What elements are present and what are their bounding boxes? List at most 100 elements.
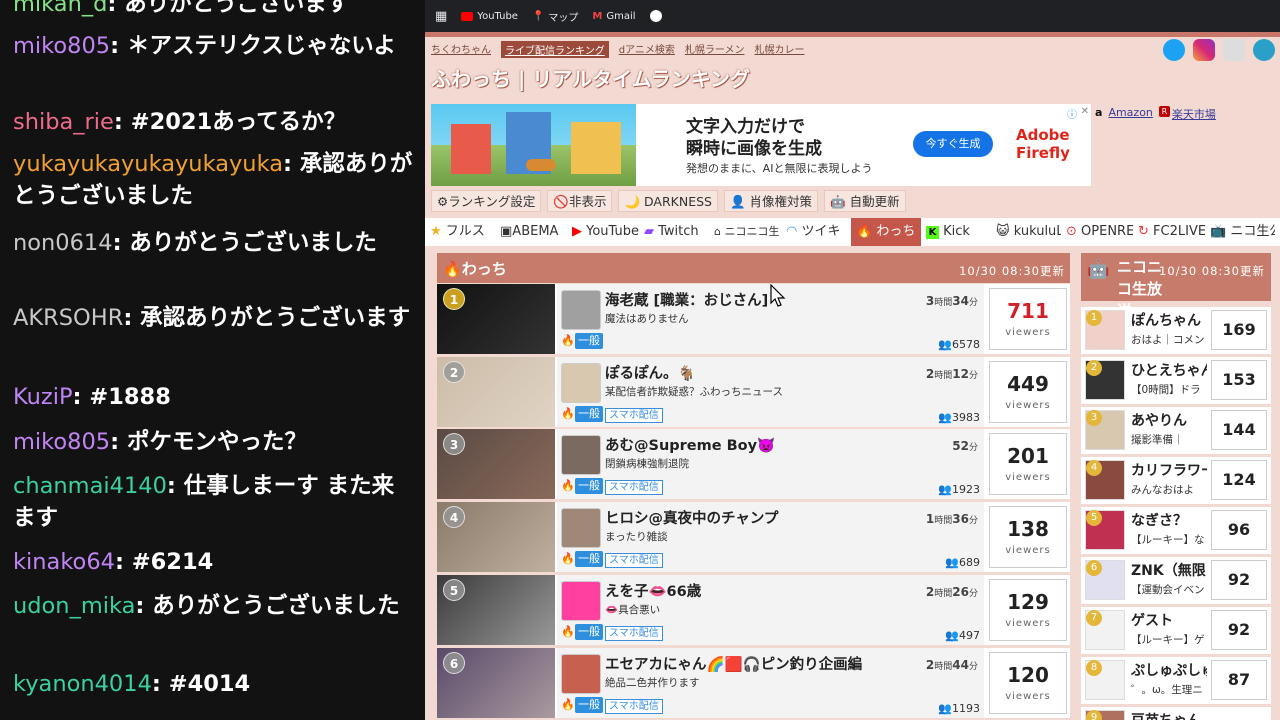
side-ranking-row[interactable]: 5 なぎさ？ 【ルーキー】な 96 bbox=[1081, 507, 1271, 554]
streamer-name[interactable]: ぽんちゃん bbox=[1131, 310, 1207, 330]
tab-kukulu[interactable]: 😺 kukuluLIVE bbox=[991, 218, 1061, 246]
ranking-row[interactable]: 5 えを子👄66歳 👄具合悪い 2時間26分 🔥 一般 スマホ配信 👥497 1… bbox=[437, 574, 1070, 645]
ranking-row[interactable]: 4 ヒロシ@真夜中のチャンプ まったり雑談 1時間36分 🔥 一般 スマホ配信 … bbox=[437, 502, 1070, 573]
tab-nicolive-official[interactable]: 📺 ニコ生公 bbox=[1205, 218, 1275, 246]
apps-grid-icon[interactable]: ▦ bbox=[435, 9, 447, 24]
chat-username[interactable]: KuziP bbox=[13, 384, 73, 410]
avatar[interactable] bbox=[561, 435, 601, 476]
streamer-name[interactable]: エセアカにゃん🌈🟥🎧ピン釣り企画編 bbox=[605, 653, 862, 674]
chat-username[interactable]: chanmai4140 bbox=[13, 473, 167, 499]
stream-thumbnail[interactable]: 1 bbox=[437, 284, 555, 354]
nav-chikuwa[interactable]: ちくわちゃん bbox=[431, 41, 491, 58]
auto-refresh-button[interactable]: 🤖 自動更新 bbox=[824, 190, 906, 212]
tab-niconico[interactable]: ⌂ ニコニコ生 bbox=[709, 218, 781, 246]
bookmark-maps[interactable]: 📍 マップ bbox=[532, 9, 578, 24]
darkness-button[interactable]: 🌙 DARKNESS bbox=[618, 190, 718, 212]
total-count: 👥3983 bbox=[938, 410, 980, 424]
chat-username[interactable]: shiba_rie bbox=[13, 109, 114, 135]
chat-username[interactable]: kyanon4014 bbox=[13, 671, 152, 697]
bookmark-gmail[interactable]: M Gmail bbox=[592, 11, 635, 22]
tv-icon[interactable] bbox=[1223, 39, 1245, 61]
nav-curry[interactable]: 札幌カレー bbox=[754, 41, 804, 58]
chat-username[interactable]: udon_mika bbox=[13, 593, 135, 619]
ranking-row[interactable]: 6 エセアカにゃん🌈🟥🎧ピン釣り企画編 絶品二色丼作ります 2時間44分 🔥 一… bbox=[437, 647, 1070, 718]
side-ranking-row[interactable]: 1 ぽんちゃん おはよ｜コメント 169 bbox=[1081, 307, 1271, 354]
ranking-row[interactable]: 3 あむ@Supreme Boy👿 閉鎖病棟強制退院 52分 🔥 一般 スマホ配… bbox=[437, 429, 1070, 500]
nav-danime[interactable]: dアニメ検索 bbox=[619, 41, 675, 58]
ranking-row[interactable]: 1 海老蔵 [職業：おじさん] 魔法はありません 3時間34分 🔥 一般 👥65… bbox=[437, 284, 1070, 354]
tab-openrec[interactable]: ⊙ OPENREC bbox=[1061, 218, 1133, 246]
tab-whowatch[interactable]: 🔥 わっち bbox=[851, 218, 921, 246]
streamer-name[interactable]: 海老蔵 [職業：おじさん] bbox=[605, 289, 768, 310]
stream-thumbnail[interactable]: 5 bbox=[437, 574, 555, 645]
page-title: ふわっち | リアルタイムランキング bbox=[431, 67, 751, 91]
streamer-name[interactable]: えを子👄66歳 bbox=[605, 580, 701, 601]
streamer-name[interactable]: ぽるぽん。🐐 bbox=[605, 362, 696, 383]
rakuten-link[interactable]: 楽天市場 bbox=[1172, 106, 1216, 122]
stream-thumbnail[interactable]: 4 bbox=[437, 502, 555, 573]
youtube-icon: ▶ bbox=[572, 224, 582, 239]
avatar[interactable] bbox=[561, 508, 601, 549]
portrait-rights-button[interactable]: 👤 肖像権対策 bbox=[723, 190, 819, 212]
chat-username[interactable]: kinako64 bbox=[13, 549, 115, 575]
chat-username[interactable]: miko805 bbox=[13, 33, 110, 59]
instagram-icon[interactable] bbox=[1193, 39, 1215, 61]
stream-thumbnail[interactable]: 3 bbox=[437, 429, 555, 500]
bookmark-youtube[interactable]: YouTube bbox=[461, 11, 518, 22]
ad-info-icon[interactable]: ⓘ bbox=[1067, 106, 1077, 121]
side-ranking-row[interactable]: 9 豆苗ちゃん bbox=[1081, 707, 1271, 720]
nav-live-ranking[interactable]: ライブ配信ランキング bbox=[501, 41, 609, 58]
stream-thumbnail[interactable]: 6 bbox=[437, 647, 555, 718]
side-ranking-row[interactable]: 2 ひとえちゃん 【0時間】ドラ 153 bbox=[1081, 357, 1271, 404]
streamer-name[interactable]: あむ@Supreme Boy👿 bbox=[605, 434, 775, 455]
tab-twitch[interactable]: ▰ Twitch bbox=[639, 218, 709, 246]
tab-youtube[interactable]: ▶ YouTube bbox=[567, 218, 639, 246]
avatar[interactable] bbox=[561, 362, 601, 403]
side-ranking-row[interactable]: 8 ぷしゅぷしゅ ゜。ω。生理ニ 87 bbox=[1081, 657, 1271, 704]
side-ranking-row[interactable]: 6 ZNK（無限 【運動会イベン 92 bbox=[1081, 557, 1271, 604]
side-ranking-row[interactable]: 4 カリフラワー みんなおはよ 124 bbox=[1081, 457, 1271, 504]
streamer-name[interactable]: 豆苗ちゃん bbox=[1131, 710, 1207, 720]
ad-cta-button[interactable]: 今すぐ生成 bbox=[913, 131, 993, 157]
streamer-name[interactable]: ひとえちゃん bbox=[1131, 360, 1207, 380]
viewer-count: 144 bbox=[1211, 410, 1267, 450]
user-icon[interactable] bbox=[1253, 39, 1275, 61]
chat-username[interactable]: yukayukayukayukayuka bbox=[13, 151, 283, 177]
side-ranking-row[interactable]: 3 あやりん 撮影準備｜ 144 bbox=[1081, 407, 1271, 454]
streamer-name[interactable]: あやりん bbox=[1131, 410, 1207, 430]
chat-message: miko805: ポケモンやった？ bbox=[13, 426, 413, 458]
amazon-link[interactable]: Amazon bbox=[1108, 106, 1152, 122]
streamer-name[interactable]: ぷしゅぷしゅ bbox=[1131, 660, 1207, 680]
viewer-box: 120 viewers bbox=[989, 651, 1067, 714]
stream-thumbnail[interactable]: 2 bbox=[437, 356, 555, 427]
chat-username[interactable]: non0614 bbox=[13, 230, 113, 256]
tab-abema[interactable]: ▣ABEMA bbox=[495, 218, 567, 246]
avatar[interactable] bbox=[561, 580, 601, 621]
tab-full[interactable]: ★ フルス bbox=[425, 218, 495, 246]
globe-icon[interactable] bbox=[649, 10, 662, 22]
side-ranking-row[interactable]: 7 ゲスト 【ルーキー】ゲ 92 bbox=[1081, 607, 1271, 654]
viewer-count: 120 bbox=[1007, 662, 1049, 687]
streamer-name[interactable]: ゲスト bbox=[1131, 610, 1207, 630]
avatar[interactable] bbox=[561, 653, 601, 694]
twitter-icon[interactable] bbox=[1163, 39, 1185, 61]
platform-tabs: ★ フルス ▣ABEMA ▶ YouTube ▰ Twitch ⌂ ニコニコ生 … bbox=[425, 218, 1280, 246]
chat-username[interactable]: AKRSOHR bbox=[13, 305, 123, 331]
ad-banner[interactable]: 文字入力だけで 瞬時に画像を生成 発想のままに、AIと無限に表現しよう 今すぐ生… bbox=[431, 104, 1091, 186]
streamer-name[interactable]: ZNK（無限 bbox=[1131, 560, 1207, 580]
tab-fc2live[interactable]: ↻ FC2LIVE bbox=[1133, 218, 1205, 246]
avatar[interactable] bbox=[561, 290, 601, 330]
hide-button[interactable]: 🚫非表示 bbox=[547, 190, 613, 212]
tab-twitcasting[interactable]: ◠ ツイキ bbox=[781, 218, 851, 246]
streamer-name[interactable]: ヒロシ@真夜中のチャンプ bbox=[605, 507, 778, 528]
ranking-settings-button[interactable]: ⚙ランキング設定 bbox=[431, 190, 542, 212]
streamer-name[interactable]: カリフラワー bbox=[1131, 460, 1207, 480]
ad-close-icon[interactable]: ✕ bbox=[1081, 106, 1089, 117]
ranking-row[interactable]: 2 ぽるぽん。🐐 某配信者詐欺疑惑？ふわっちニュース 2時間12分 🔥 一般 ス… bbox=[437, 356, 1070, 427]
tab-kick[interactable]: K Kick bbox=[921, 218, 991, 246]
chat-username[interactable]: miko805 bbox=[13, 429, 110, 455]
chat-username[interactable]: mikan_d bbox=[13, 0, 107, 17]
streamer-name[interactable]: なぎさ？ bbox=[1131, 510, 1207, 530]
nav-ramen[interactable]: 札幌ラーメン bbox=[685, 41, 745, 58]
hours-unit: 時間 bbox=[934, 661, 953, 672]
